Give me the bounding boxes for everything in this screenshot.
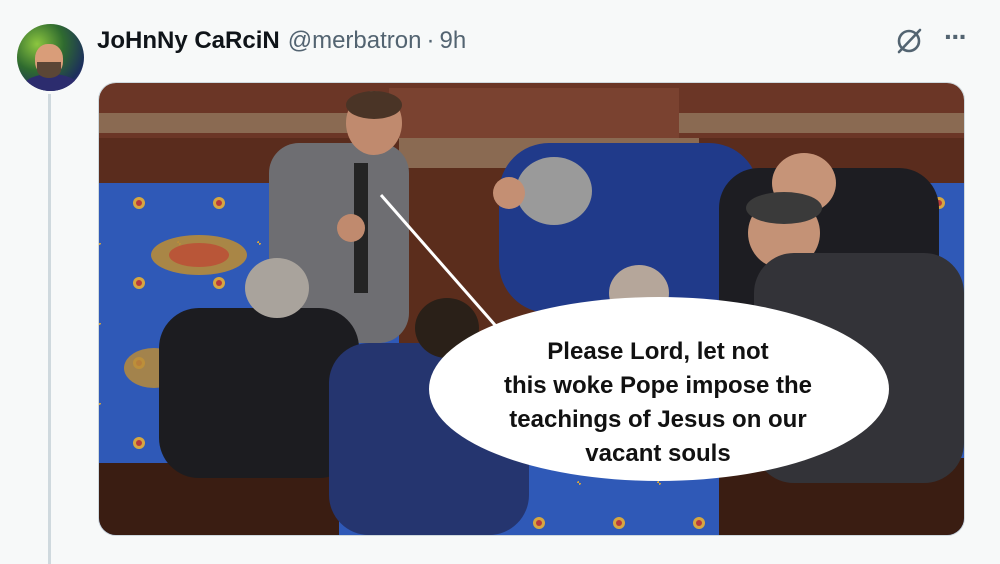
timestamp[interactable]: 9h	[439, 27, 466, 55]
user-avatar[interactable]	[17, 24, 84, 91]
avatar-beard	[37, 62, 61, 78]
speech-line-2: this woke Pope impose the	[503, 372, 813, 399]
speech-bubble-text: Please Lord, let not this woke Pope impo…	[448, 335, 868, 471]
speech-line-3: teachings of Jesus on our	[509, 406, 807, 433]
tweet-header: JoHnNy CaRciN @merbatron · 9h	[97, 27, 466, 55]
tweet: JoHnNy CaRciN @merbatron · 9h ··· Please…	[0, 0, 1000, 564]
tweet-actions-top: ···	[894, 23, 968, 56]
speech-line-1: Please Lord, let not	[547, 338, 769, 365]
more-icon[interactable]: ···	[944, 23, 968, 51]
display-name[interactable]: JoHnNy CaRciN	[97, 27, 280, 55]
speech-line-4: vacant souls	[585, 440, 731, 467]
separator-dot: ·	[426, 27, 435, 54]
thread-line	[48, 94, 51, 564]
grok-icon[interactable]	[894, 26, 924, 56]
tweet-media-image[interactable]: Please Lord, let not this woke Pope impo…	[98, 82, 965, 536]
user-handle[interactable]: @merbatron	[288, 27, 422, 55]
